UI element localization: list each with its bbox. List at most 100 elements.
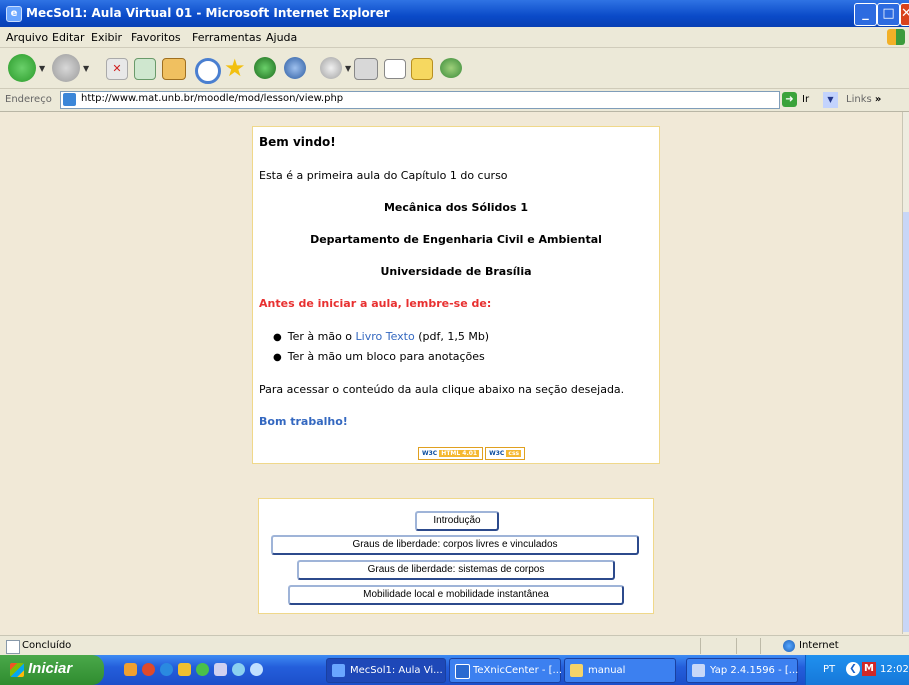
refresh-icon[interactable] (134, 58, 156, 80)
search-icon[interactable] (195, 58, 221, 84)
links-label: Links (846, 94, 872, 105)
menu-bar: Arquivo Editar Exibir Favoritos Ferramen… (0, 27, 909, 48)
quicklaunch-icon[interactable] (160, 663, 173, 676)
back-icon[interactable] (8, 54, 36, 82)
w3c-css-badge-label: css (506, 450, 522, 457)
address-dropdown-icon[interactable]: ▼ (823, 92, 838, 108)
w3c-html-badge-label: HTML 4.01 (439, 450, 480, 457)
menu-ajuda[interactable]: Ajuda (266, 31, 297, 44)
internet-zone-icon (783, 640, 795, 652)
bullet1-suffix: (pdf, 1,5 Mb) (418, 330, 490, 343)
intro-button[interactable]: Introdução (415, 511, 499, 531)
address-label: Endereço (5, 94, 52, 105)
task-yap[interactable]: Yap 2.4.1596 - [... (686, 658, 798, 683)
quicklaunch-icon[interactable] (196, 663, 209, 676)
mail-icon[interactable] (320, 57, 342, 79)
security-zone: Internet (799, 640, 839, 651)
close-button[interactable]: ✕ (900, 3, 909, 26)
university-name: Universidade de Brasília (380, 265, 532, 278)
w3c-css-badge-w3c: W3C (489, 450, 505, 457)
clock: 12:02 (880, 664, 909, 675)
quicklaunch-icon[interactable] (142, 663, 155, 676)
status-separator (700, 638, 701, 654)
task-manual-folder[interactable]: manual (564, 658, 676, 683)
quicklaunch-icon[interactable] (250, 663, 263, 676)
welcome-heading: Bem vindo! (259, 135, 336, 149)
task-internet-explorer[interactable]: MecSol1: Aula Vi... (326, 658, 446, 683)
scrollbar-thumb[interactable] (903, 212, 909, 632)
window-title: MecSol1: Aula Virtual 01 - Microsoft Int… (26, 6, 390, 20)
windows-flag-icon (10, 663, 24, 677)
lesson-navigation: Introdução Graus de liberdade: corpos li… (258, 498, 654, 614)
ie-task-icon (332, 664, 345, 677)
w3c-html-badge-w3c: W3C (422, 450, 438, 457)
w3c-html-badge[interactable]: W3C HTML 4.01 (418, 447, 484, 460)
home-icon[interactable] (162, 58, 186, 80)
language-indicator[interactable]: PT (823, 664, 835, 675)
internet-explorer-icon: e (6, 6, 22, 22)
quicklaunch-icon[interactable] (124, 663, 137, 676)
history-icon[interactable] (284, 57, 306, 79)
menu-ferramentas[interactable]: Ferramentas (192, 31, 261, 44)
dof-free-bodies-button[interactable]: Graus de liberdade: corpos livres e vinc… (271, 535, 639, 555)
status-separator (760, 638, 761, 654)
livro-texto-link[interactable]: Livro Texto (356, 330, 415, 343)
system-tray: PT ❮ M 12:02 (805, 655, 909, 685)
dof-systems-button[interactable]: Graus de liberdade: sistemas de corpos (297, 560, 615, 580)
department-name: Departamento de Engenharia Civil e Ambie… (310, 233, 602, 246)
folder-icon (570, 664, 583, 677)
yap-icon (692, 664, 705, 677)
forward-dropdown-icon[interactable]: ▼ (83, 64, 89, 73)
edit-icon[interactable] (384, 59, 406, 79)
quicklaunch-icon[interactable] (232, 663, 245, 676)
mail-dropdown-icon[interactable]: ▼ (345, 64, 351, 73)
menu-arquivo[interactable]: Arquivo (6, 31, 48, 44)
warning-text: Antes de iniciar a aula, lembre-se de: (259, 297, 492, 310)
task-label: Yap 2.4.1596 - [... (710, 665, 799, 676)
go-arrow-icon[interactable]: ➜ (782, 92, 797, 107)
forward-icon[interactable] (52, 54, 80, 82)
address-url[interactable]: http://www.mat.unb.br/moodle/mod/lesson/… (81, 93, 343, 104)
welcome-card: Bem vindo! Esta é a primeira aula do Cap… (252, 126, 660, 464)
stop-icon[interactable]: ✕ (106, 58, 128, 80)
task-label: TeXnicCenter - [... (473, 665, 563, 676)
menu-editar[interactable]: Editar (52, 31, 85, 44)
links-button[interactable]: Links » (846, 94, 881, 105)
task-label: MecSol1: Aula Vi... (350, 665, 443, 676)
menu-exibir[interactable]: Exibir (91, 31, 122, 44)
go-button[interactable]: Ir (802, 94, 809, 105)
start-label: Iniciar (28, 660, 73, 677)
list-item: ● Ter à mão um bloco para anotações (273, 350, 485, 363)
page-done-icon (6, 640, 20, 654)
minimize-button[interactable]: _ (854, 3, 877, 26)
start-button[interactable]: Iniciar (0, 655, 104, 685)
maximize-button[interactable]: □ (877, 3, 900, 26)
task-label: manual (588, 665, 626, 676)
mobility-button[interactable]: Mobilidade local e mobilidade instantâne… (288, 585, 624, 605)
vertical-scrollbar[interactable] (902, 112, 909, 634)
discuss-icon[interactable] (411, 58, 433, 80)
quicklaunch-icon[interactable] (214, 663, 227, 676)
favorites-star-icon[interactable]: ★ (224, 54, 246, 82)
tray-m-icon[interactable]: M (862, 662, 876, 676)
page-icon (63, 93, 76, 106)
intro-text: Esta é a primeira aula do Capítulo 1 do … (259, 169, 508, 182)
media-icon[interactable] (254, 57, 276, 79)
status-text: Concluído (22, 640, 72, 651)
print-icon[interactable] (354, 58, 378, 80)
back-dropdown-icon[interactable]: ▼ (39, 64, 45, 73)
course-name: Mecânica dos Sólidos 1 (383, 201, 528, 214)
menu-favoritos[interactable]: Favoritos (131, 31, 181, 44)
address-input[interactable]: http://www.mat.unb.br/moodle/mod/lesson/… (60, 91, 838, 109)
quicklaunch-icon[interactable] (178, 663, 191, 676)
task-texniccenter[interactable]: TeXnicCenter - [... (449, 658, 563, 683)
messenger-icon[interactable] (440, 58, 462, 78)
list-item: ● Ter à mão o Livro Texto (pdf, 1,5 Mb) (273, 330, 489, 343)
good-work-text: Bom trabalho! (259, 415, 348, 428)
standard-toolbar: ▼ ▼ ✕ ★ ▼ (0, 48, 909, 89)
texniccenter-icon (455, 664, 470, 679)
w3c-css-badge[interactable]: W3C css (485, 447, 526, 460)
window-title-bar: e MecSol1: Aula Virtual 01 - Microsoft I… (0, 0, 909, 27)
tray-app-icon[interactable]: ❮ (846, 662, 860, 676)
page-content: Bem vindo! Esta é a primeira aula do Cap… (0, 112, 902, 634)
